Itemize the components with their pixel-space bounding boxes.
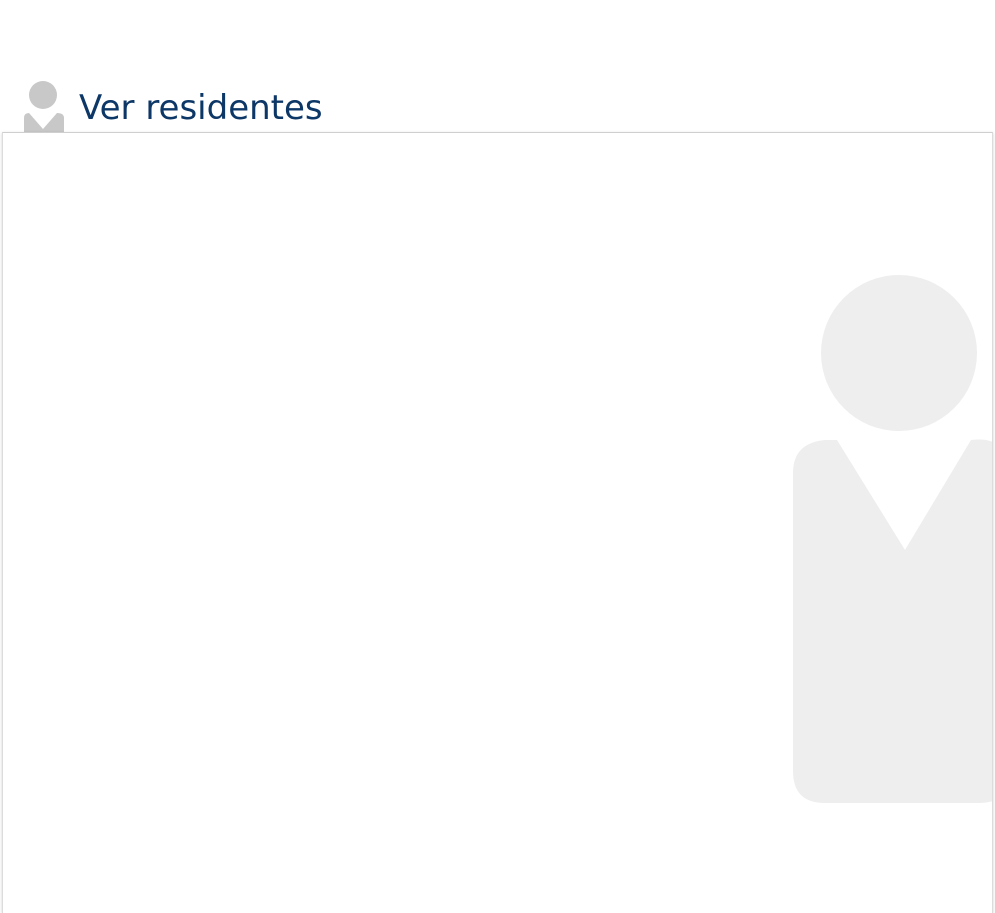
page-title: Ver residentes [79, 88, 323, 128]
person-watermark-icon [793, 275, 992, 803]
content-panel [2, 132, 993, 913]
page-header: Ver residentes [0, 0, 995, 132]
person-icon [24, 81, 64, 132]
